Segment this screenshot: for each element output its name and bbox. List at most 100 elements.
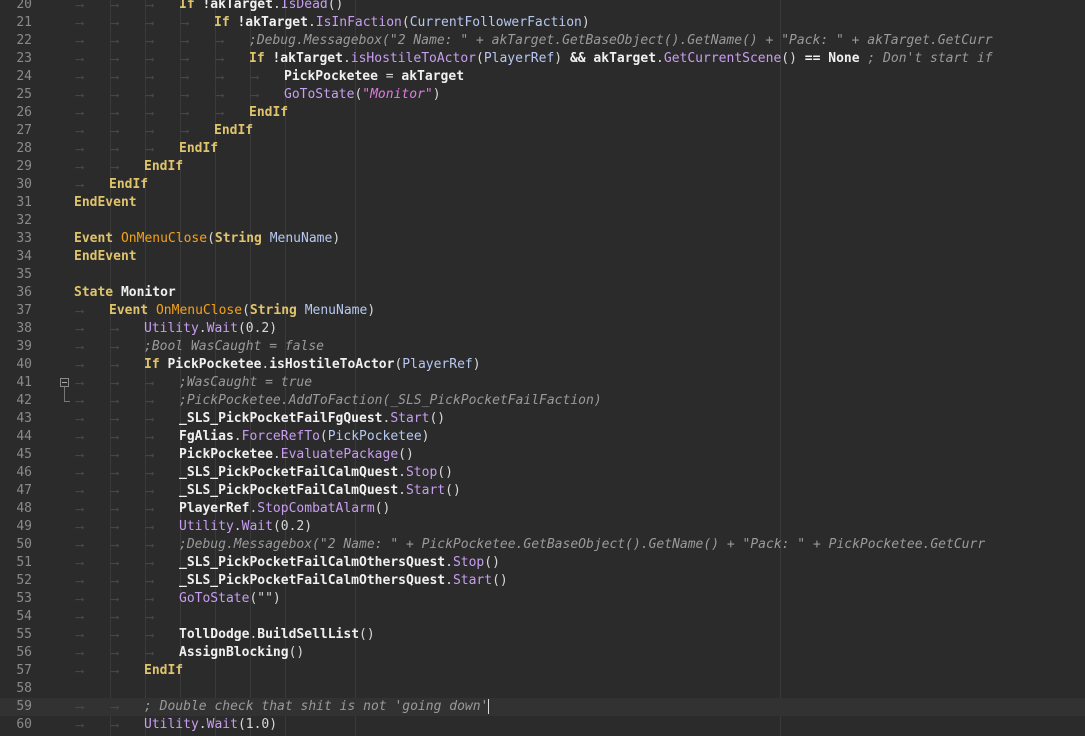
code-line[interactable]: 56 ⟶ ⟶ ⟶ AssignBlocking() bbox=[0, 644, 1085, 662]
code-line[interactable]: 52 ⟶ ⟶ ⟶ _SLS_PickPocketFailCalmOthersQuest.… bbox=[0, 572, 1085, 590]
code-token: ;Debug.Messagebox("2 Name: " + PickPocke… bbox=[179, 537, 986, 552]
code-line[interactable]: 21 ⟶ ⟶ ⟶ ⟶ If !akTarget.IsInFaction(CurrentFo… bbox=[0, 14, 1085, 32]
code-line[interactable]: 26 ⟶ ⟶ ⟶ ⟶ ⟶ EndIf bbox=[0, 104, 1085, 122]
code-line[interactable]: 58 bbox=[0, 680, 1085, 698]
tab-marker: ⟶ bbox=[181, 88, 189, 102]
code-token: IsDead bbox=[280, 0, 328, 12]
code-line[interactable]: 32 bbox=[0, 212, 1085, 230]
code-text: EndIf bbox=[179, 140, 218, 158]
code-line[interactable]: 36 State Monitor bbox=[0, 284, 1085, 302]
code-editor[interactable]: 20 ⟶ ⟶ ⟶ If !akTarget.IsDead() 21 ⟶ ⟶ ⟶ ⟶ If !akTa… bbox=[0, 0, 1085, 736]
code-line[interactable]: 44 ⟶ ⟶ ⟶ FgAlias.ForceRefTo(PickPocketee) bbox=[0, 428, 1085, 446]
code-token: !akTarget bbox=[202, 0, 273, 12]
tab-marker: ⟶ bbox=[111, 322, 119, 336]
code-token: ("") bbox=[249, 591, 281, 606]
tab-marker: ⟶ bbox=[76, 34, 84, 48]
code-line[interactable]: 20 ⟶ ⟶ ⟶ If !akTarget.IsDead() bbox=[0, 0, 1085, 14]
code-line[interactable]: 28 ⟶ ⟶ ⟶ EndIf bbox=[0, 140, 1085, 158]
code-line[interactable]: 43 ⟶ ⟶ ⟶ _SLS_PickPocketFailFgQuest.Start() bbox=[0, 410, 1085, 428]
code-token: ) bbox=[367, 303, 376, 318]
code-text: State Monitor bbox=[74, 284, 176, 302]
tab-marker: ⟶ bbox=[146, 52, 154, 66]
code-token: Start bbox=[405, 483, 446, 498]
code-line[interactable]: 31 EndEvent bbox=[0, 194, 1085, 212]
code-line[interactable]: 57 ⟶ ⟶ EndIf bbox=[0, 662, 1085, 680]
code-token: "Monitor" bbox=[362, 87, 433, 102]
code-token: EndIf bbox=[179, 141, 219, 156]
tab-marker: ⟶ bbox=[76, 718, 84, 732]
code-text: EndIf bbox=[109, 176, 148, 194]
code-line[interactable]: 29 ⟶ ⟶ EndIf bbox=[0, 158, 1085, 176]
code-line[interactable]: 53 ⟶ ⟶ ⟶ GoToState("") bbox=[0, 590, 1085, 608]
code-line[interactable]: 33 Event OnMenuClose(String MenuName) bbox=[0, 230, 1085, 248]
tab-marker: ⟶ bbox=[76, 412, 84, 426]
code-token: GetCurrentScene bbox=[663, 51, 782, 66]
tab-marker: ⟶ bbox=[146, 592, 154, 606]
tab-marker: ⟶ bbox=[146, 106, 154, 120]
code-line[interactable]: 38 ⟶ ⟶ Utility.Wait(0.2) bbox=[0, 320, 1085, 338]
code-text: Utility.Wait(1.0) bbox=[144, 716, 277, 734]
code-line[interactable]: 47 ⟶ ⟶ ⟶ _SLS_PickPocketFailCalmQuest.Start(… bbox=[0, 482, 1085, 500]
code-line[interactable]: 22 ⟶ ⟶ ⟶ ⟶ ⟶ ;Debug.Messagebox("2 Name: " + ak… bbox=[0, 32, 1085, 50]
code-line[interactable]: 37 ⟶ Event OnMenuClose(String MenuName) bbox=[0, 302, 1085, 320]
tab-marker: ⟶ bbox=[76, 178, 84, 192]
code-text: GoToState("Monitor") bbox=[284, 86, 441, 104]
tab-marker: ⟶ bbox=[146, 448, 154, 462]
code-line[interactable]: 60 ⟶ ⟶ Utility.Wait(1.0) bbox=[0, 716, 1085, 734]
fold-toggle-icon[interactable] bbox=[60, 378, 69, 387]
code-line[interactable]: 24 ⟶ ⟶ ⟶ ⟶ ⟶ ⟶ PickPocketee = akTarget bbox=[0, 68, 1085, 86]
tab-marker: ⟶ bbox=[111, 448, 119, 462]
code-token: . bbox=[233, 519, 242, 534]
line-number: 50 bbox=[16, 537, 32, 552]
code-token: akTarget bbox=[593, 51, 657, 66]
code-line[interactable]: 30 ⟶ EndIf bbox=[0, 176, 1085, 194]
code-token: ) bbox=[432, 87, 441, 102]
code-token: . bbox=[398, 465, 406, 480]
code-token: () bbox=[781, 51, 797, 66]
code-token: () bbox=[359, 627, 375, 642]
tab-marker: ⟶ bbox=[146, 376, 154, 390]
code-line[interactable]: 59 ⟶ ⟶ ; Double check that shit is not 'goi… bbox=[0, 698, 1085, 716]
tab-marker: ⟶ bbox=[76, 502, 84, 516]
code-line[interactable]: 39 ⟶ ⟶ ;Bool WasCaught = false bbox=[0, 338, 1085, 356]
code-token: . bbox=[272, 0, 281, 12]
code-token: _SLS_PickPocketFailCalmQuest bbox=[179, 465, 399, 480]
tab-marker: ⟶ bbox=[111, 16, 119, 30]
code-token: EndEvent bbox=[74, 195, 137, 210]
code-line[interactable]: 54 ⟶ ⟶ ⟶ bbox=[0, 608, 1085, 626]
code-line[interactable]: 25 ⟶ ⟶ ⟶ ⟶ ⟶ ⟶ GoToState("Monitor") bbox=[0, 86, 1085, 104]
code-line[interactable]: 51 ⟶ ⟶ ⟶ _SLS_PickPocketFailCalmOthersQuest.… bbox=[0, 554, 1085, 572]
tab-marker: ⟶ bbox=[76, 124, 84, 138]
code-text: _SLS_PickPocketFailCalmQuest.Stop() bbox=[179, 464, 453, 482]
code-text: If !akTarget.IsInFaction(CurrentFollower… bbox=[214, 14, 590, 32]
code-token: . bbox=[307, 15, 316, 30]
tab-marker: ⟶ bbox=[76, 520, 84, 534]
code-line[interactable]: 55 ⟶ ⟶ ⟶ TollDodge.BuildSellList() bbox=[0, 626, 1085, 644]
code-line[interactable]: 23 ⟶ ⟶ ⟶ ⟶ ⟶ If !akTarget.isHostileToActor(Pla… bbox=[0, 50, 1085, 68]
code-line[interactable]: 45 ⟶ ⟶ ⟶ PickPocketee.EvaluatePackage() bbox=[0, 446, 1085, 464]
line-number: 37 bbox=[16, 303, 32, 318]
code-line[interactable]: 48 ⟶ ⟶ ⟶ PlayerRef.StopCombatAlarm() bbox=[0, 500, 1085, 518]
tab-marker: ⟶ bbox=[111, 556, 119, 570]
code-line[interactable]: 49 ⟶ ⟶ ⟶ Utility.Wait(0.2) bbox=[0, 518, 1085, 536]
line-number: 39 bbox=[16, 339, 32, 354]
code-line[interactable]: 35 bbox=[0, 266, 1085, 284]
code-line[interactable]: 50 ⟶ ⟶ ⟶ ;Debug.Messagebox("2 Name: " + Pick… bbox=[0, 536, 1085, 554]
code-line[interactable]: 34 EndEvent bbox=[0, 248, 1085, 266]
line-number: 32 bbox=[16, 213, 32, 228]
tab-marker: ⟶ bbox=[76, 610, 84, 624]
code-text: EndIf bbox=[144, 158, 183, 176]
code-line[interactable]: 40 ⟶ ⟶ If PickPocketee.isHostileToActor(Pla… bbox=[0, 356, 1085, 374]
code-line[interactable]: 46 ⟶ ⟶ ⟶ _SLS_PickPocketFailCalmQuest.Stop() bbox=[0, 464, 1085, 482]
line-number: 23 bbox=[16, 51, 32, 66]
tab-marker: ⟶ bbox=[111, 574, 119, 588]
code-line[interactable]: 27 ⟶ ⟶ ⟶ ⟶ EndIf bbox=[0, 122, 1085, 140]
code-token: OnMenuClose bbox=[120, 231, 208, 246]
tab-marker: ⟶ bbox=[76, 484, 84, 498]
code-line[interactable]: 42 ⟶ ⟶ ⟶ ;PickPocketee.AddToFaction(_SLS_Pic… bbox=[0, 392, 1085, 410]
tab-marker: ⟶ bbox=[76, 16, 84, 30]
code-line[interactable]: 41 ⟶ ⟶ ⟶ ;WasCaught = true bbox=[0, 374, 1085, 392]
tab-marker: ⟶ bbox=[111, 592, 119, 606]
tab-marker: ⟶ bbox=[76, 664, 84, 678]
